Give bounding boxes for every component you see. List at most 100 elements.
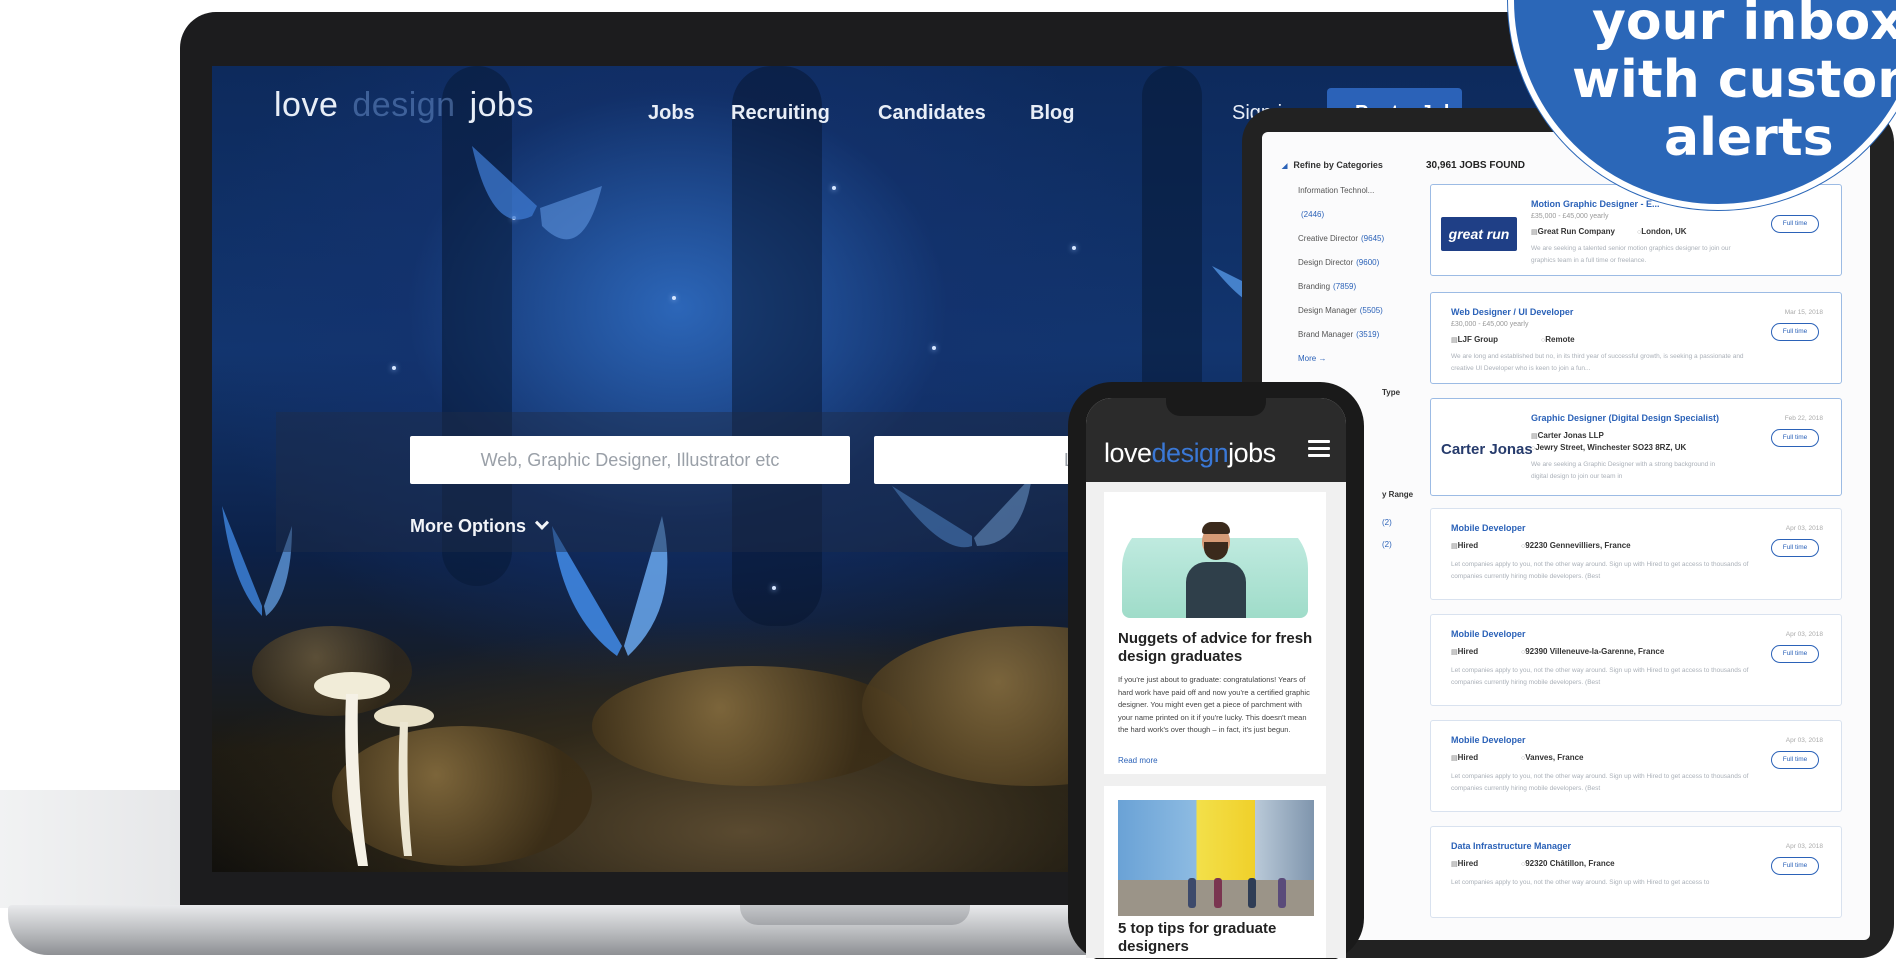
jobs-found-count: 30,961 JOBS FOUND [1426,160,1525,171]
job-type-badge: Full time [1771,539,1819,557]
job-type-badge: Full time [1771,645,1819,663]
illustration-person-beard [1204,542,1228,560]
logo-design: design [352,86,456,124]
category-label: Design Director [1298,258,1354,267]
job-title[interactable]: Web Designer / UI Developer [1451,307,1573,317]
job-location: Vanves, France [1521,753,1583,762]
category-item[interactable]: Design Manager (5505) [1298,306,1383,315]
chevron-down-icon [534,515,550,530]
more-categories-link[interactable]: More → [1298,354,1326,363]
job-title[interactable]: Mobile Developer [1451,735,1526,745]
category-label: Information Technol... [1298,186,1375,195]
article-title[interactable]: Nuggets of advice for fresh design gradu… [1118,630,1314,666]
refine-categories-heading[interactable]: Refine by Categories [1282,160,1383,170]
salary-filter-link[interactable]: (2) [1382,518,1392,527]
job-date: Apr 03, 2018 [1785,631,1823,638]
article-excerpt: If you're just about to graduate: congra… [1118,675,1310,735]
article-card[interactable]: Nuggets of advice for fresh design gradu… [1104,492,1326,774]
job-title[interactable]: Mobile Developer [1451,523,1526,533]
job-location: London, UK [1637,227,1686,236]
job-type-badge: Full time [1771,751,1819,769]
category-count: (5505) [1359,306,1383,315]
job-company: Carter Jonas LLP [1531,431,1604,440]
refine-type-heading[interactable]: Type [1382,388,1400,397]
category-item[interactable]: Design Director (9600) [1298,258,1379,267]
job-card[interactable]: Data Infrastructure Manager Hired 92320 … [1430,826,1842,918]
illustration-person-body [1186,562,1246,618]
logo-jobs: jobs [469,86,534,124]
job-description: We are seeking a talented senior motion … [1531,245,1731,264]
job-type-badge: Full time [1771,429,1819,447]
menu-icon[interactable] [1308,440,1330,458]
category-item[interactable]: Branding (7859) [1298,282,1356,291]
job-company: Hired [1451,753,1478,762]
job-description: Let companies apply to you, not the othe… [1451,879,1710,886]
job-card[interactable]: Web Designer / UI Developer £30,000 - £4… [1430,292,1842,384]
nav-recruiting[interactable]: Recruiting [731,102,830,125]
job-card[interactable]: Carter Jonas Graphic Designer (Digital D… [1430,398,1842,496]
category-item[interactable]: Information Technol... [1298,186,1377,195]
light-sparkle [772,586,776,590]
illustration-person-hair [1202,522,1230,534]
job-type-badge: Full time [1771,857,1819,875]
job-description: Let companies apply to you, not the othe… [1451,773,1749,792]
badge-line: alerts [1664,108,1834,168]
job-type-badge: Full time [1771,323,1819,341]
job-description: Let companies apply to you, not the othe… [1451,667,1749,686]
category-label: Brand Manager [1298,330,1354,339]
category-count: (9600) [1356,258,1380,267]
butterfly-image [472,146,602,240]
company-logo: great run [1441,217,1517,251]
job-company: Great Run Company [1531,227,1615,236]
category-label: Design Manager [1298,306,1357,315]
category-item[interactable]: (2446) [1298,210,1324,219]
refine-salary-heading[interactable]: y Range [1382,490,1413,499]
phone-notch [1166,392,1266,416]
job-company: Hired [1451,859,1478,868]
job-description: We are seeking a Graphic Designer with a… [1531,461,1716,480]
site-logo[interactable]: love design jobs [274,86,534,125]
article-title[interactable]: 5 top tips for graduate designers [1118,920,1314,956]
phone-site-logo[interactable]: lovedesignjobs [1104,438,1276,469]
nav-candidates[interactable]: Candidates [878,102,986,125]
photo-pedestrian [1278,878,1286,908]
job-date: Mar 15, 2018 [1784,309,1823,316]
job-salary: £30,000 - £45,000 yearly [1451,321,1529,328]
category-item[interactable]: Creative Director (9645) [1298,234,1384,243]
salary-filter-link[interactable]: (2) [1382,540,1392,549]
job-location: Jewry Street, Winchester SO23 8RZ, UK [1531,443,1686,452]
category-item[interactable]: Brand Manager (3519) [1298,330,1379,339]
job-title[interactable]: Graphic Designer (Digital Design Special… [1531,413,1719,423]
job-location: 92390 Villeneuve-la-Garenne, France [1521,647,1664,656]
light-sparkle [932,346,936,350]
read-more-link[interactable]: Read more [1118,756,1158,765]
job-type-badge: Full time [1771,215,1819,233]
light-sparkle [672,296,676,300]
nav-jobs[interactable]: Jobs [648,102,695,125]
job-title[interactable]: Motion Graphic Designer - E... [1531,199,1660,209]
laptop-notch [740,905,970,925]
job-title[interactable]: Data Infrastructure Manager [1451,841,1571,851]
category-count: (3519) [1356,330,1380,339]
keywords-search-input[interactable] [410,436,850,484]
article-photo [1118,800,1314,916]
more-options-toggle[interactable]: More Options [410,515,550,537]
category-count: (9645) [1361,234,1385,243]
job-card[interactable]: Mobile Developer Hired Vanves, France Le… [1430,720,1842,812]
category-label: Creative Director [1298,234,1359,243]
job-card[interactable]: Mobile Developer Hired 92230 Gennevillie… [1430,508,1842,600]
job-salary: £35,000 - £45,000 yearly [1531,213,1609,220]
job-date: Feb 22, 2018 [1784,415,1823,422]
job-description: We are long and established but no, in i… [1451,353,1744,372]
light-sparkle [832,186,836,190]
job-card[interactable]: Mobile Developer Hired 92390 Villeneuve-… [1430,614,1842,706]
article-card[interactable]: 5 top tips for graduate designers [1104,786,1326,958]
article-illustration [1122,518,1308,618]
more-options-label: More Options [410,516,526,536]
nav-blog[interactable]: Blog [1030,102,1074,125]
job-title[interactable]: Mobile Developer [1451,629,1526,639]
photo-pedestrian [1188,878,1196,908]
phone-screen: lovedesignjobs Nuggets of advice for fre… [1086,398,1346,958]
category-label: Branding [1298,282,1331,291]
job-description: Let companies apply to you, not the othe… [1451,561,1749,580]
